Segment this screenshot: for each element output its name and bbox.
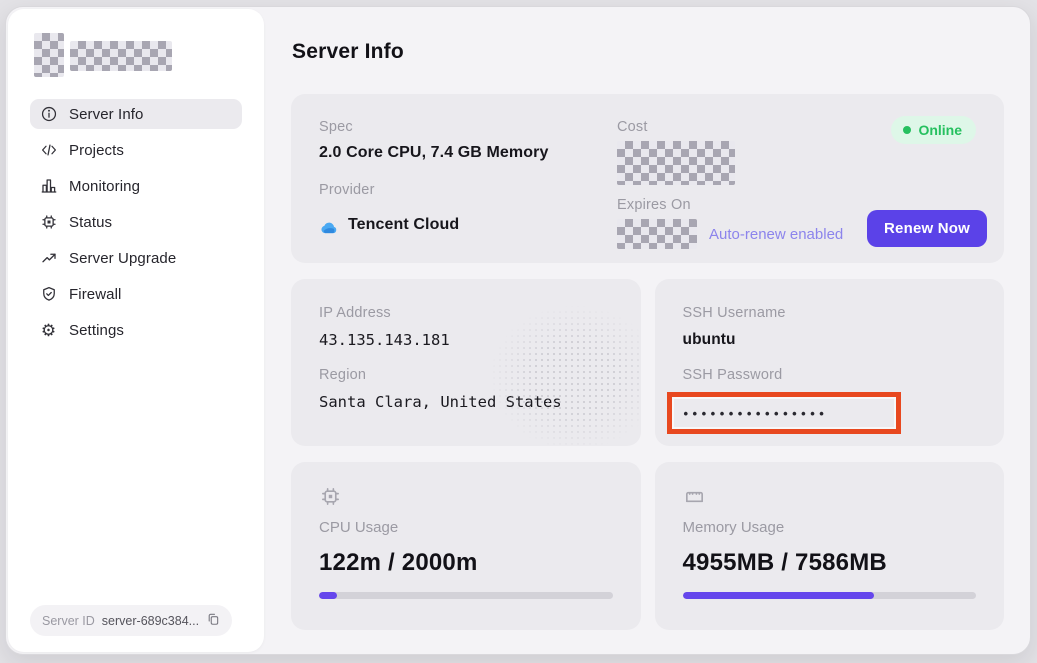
chip-icon [39,213,58,232]
cpu-progress-fill [319,592,337,599]
ssh-username-label: SSH Username [683,305,786,321]
ip-label: IP Address [319,305,391,321]
sidebar: Server Info Projects Monitoring Status [8,9,264,652]
sidebar-item-status[interactable]: Status [30,207,242,237]
page-title: Server Info [292,40,1004,64]
trending-up-icon [39,249,58,268]
sidebar-item-label: Monitoring [69,178,140,195]
overview-left-column: Spec 2.0 Core CPU, 7.4 GB Memory Provide… [319,119,617,254]
cpu-usage-label: CPU Usage [319,519,613,536]
status-badge: Online [891,116,976,144]
copy-icon[interactable] [206,612,220,629]
server-id-value: server-689c384... [102,614,199,628]
sidebar-item-label: Projects [69,142,124,159]
ssh-password-highlight-box[interactable]: •••••••••••••••• [667,392,901,434]
bar-chart-icon [39,177,58,196]
autorenew-note: Auto-renew enabled [709,226,843,243]
region-label: Region [319,367,366,383]
world-map-dots [419,303,641,446]
sidebar-item-label: Server Info [69,106,143,123]
provider-value-row: Tencent Cloud [319,207,617,254]
cpu-usage-card: CPU Usage 122m / 2000m [291,462,641,630]
app-logo [30,29,242,77]
sidebar-item-label: Status [69,214,112,231]
sidebar-item-server-upgrade[interactable]: Server Upgrade [30,243,242,273]
code-icon [39,141,58,160]
cpu-icon [319,485,342,508]
ssh-password-label: SSH Password [683,367,783,383]
ssh-password-masked: •••••••••••••••• [684,406,829,421]
spec-label: Spec [319,119,617,135]
cloud-icon [319,218,339,243]
shield-check-icon [39,285,58,304]
region-value: Santa Clara, United States [319,393,613,411]
memory-progress-bar [683,592,977,599]
sidebar-item-settings[interactable]: ⚙ Settings [30,315,242,345]
gear-icon: ⚙ [39,321,58,340]
logo-redacted-text [70,41,172,71]
memory-progress-fill [683,592,875,599]
server-id-label: Server ID [42,614,95,628]
overview-card: Spec 2.0 Core CPU, 7.4 GB Memory Provide… [291,94,1004,263]
memory-usage-value: 4955MB / 7586MB [683,549,977,577]
network-ssh-row: IP Address 43.135.143.181 Region Santa C… [291,279,1004,446]
sidebar-item-projects[interactable]: Projects [30,135,242,165]
sidebar-item-server-info[interactable]: Server Info [30,99,242,129]
sidebar-item-label: Settings [69,322,124,339]
expires-value-redacted [617,219,697,249]
cpu-usage-value: 122m / 2000m [319,549,613,577]
usage-row: CPU Usage 122m / 2000m Memory Usage 4955… [291,462,1004,630]
memory-usage-card: Memory Usage 4955MB / 7586MB [655,462,1005,630]
renew-now-button[interactable]: Renew Now [867,210,987,247]
ssh-username-value: ubuntu [683,331,977,349]
status-badge-label: Online [918,122,962,138]
sidebar-nav: Server Info Projects Monitoring Status [30,99,242,345]
spec-value: 2.0 Core CPU, 7.4 GB Memory [319,144,617,162]
sidebar-item-firewall[interactable]: Firewall [30,279,242,309]
ip-value: 43.135.143.181 [319,331,613,349]
sidebar-item-label: Server Upgrade [69,250,176,267]
memory-icon [683,485,706,508]
sidebar-item-label: Firewall [69,286,121,303]
provider-label: Provider [319,182,617,198]
main-content: Server Info Spec 2.0 Core CPU, 7.4 GB Me… [266,7,1030,654]
app-window: Server Info Projects Monitoring Status [5,6,1031,655]
cpu-progress-bar [319,592,613,599]
network-card: IP Address 43.135.143.181 Region Santa C… [291,279,641,446]
ssh-card: SSH Username ubuntu SSH Password •••••••… [655,279,1005,446]
logo-redacted-mark [34,33,64,77]
server-id-pill[interactable]: Server ID server-689c384... [30,605,232,636]
memory-usage-label: Memory Usage [683,519,977,536]
provider-value: Tencent Cloud [348,216,459,234]
cost-value-redacted [617,141,735,185]
info-icon [39,105,58,124]
online-dot-icon [903,126,911,134]
sidebar-item-monitoring[interactable]: Monitoring [30,171,242,201]
